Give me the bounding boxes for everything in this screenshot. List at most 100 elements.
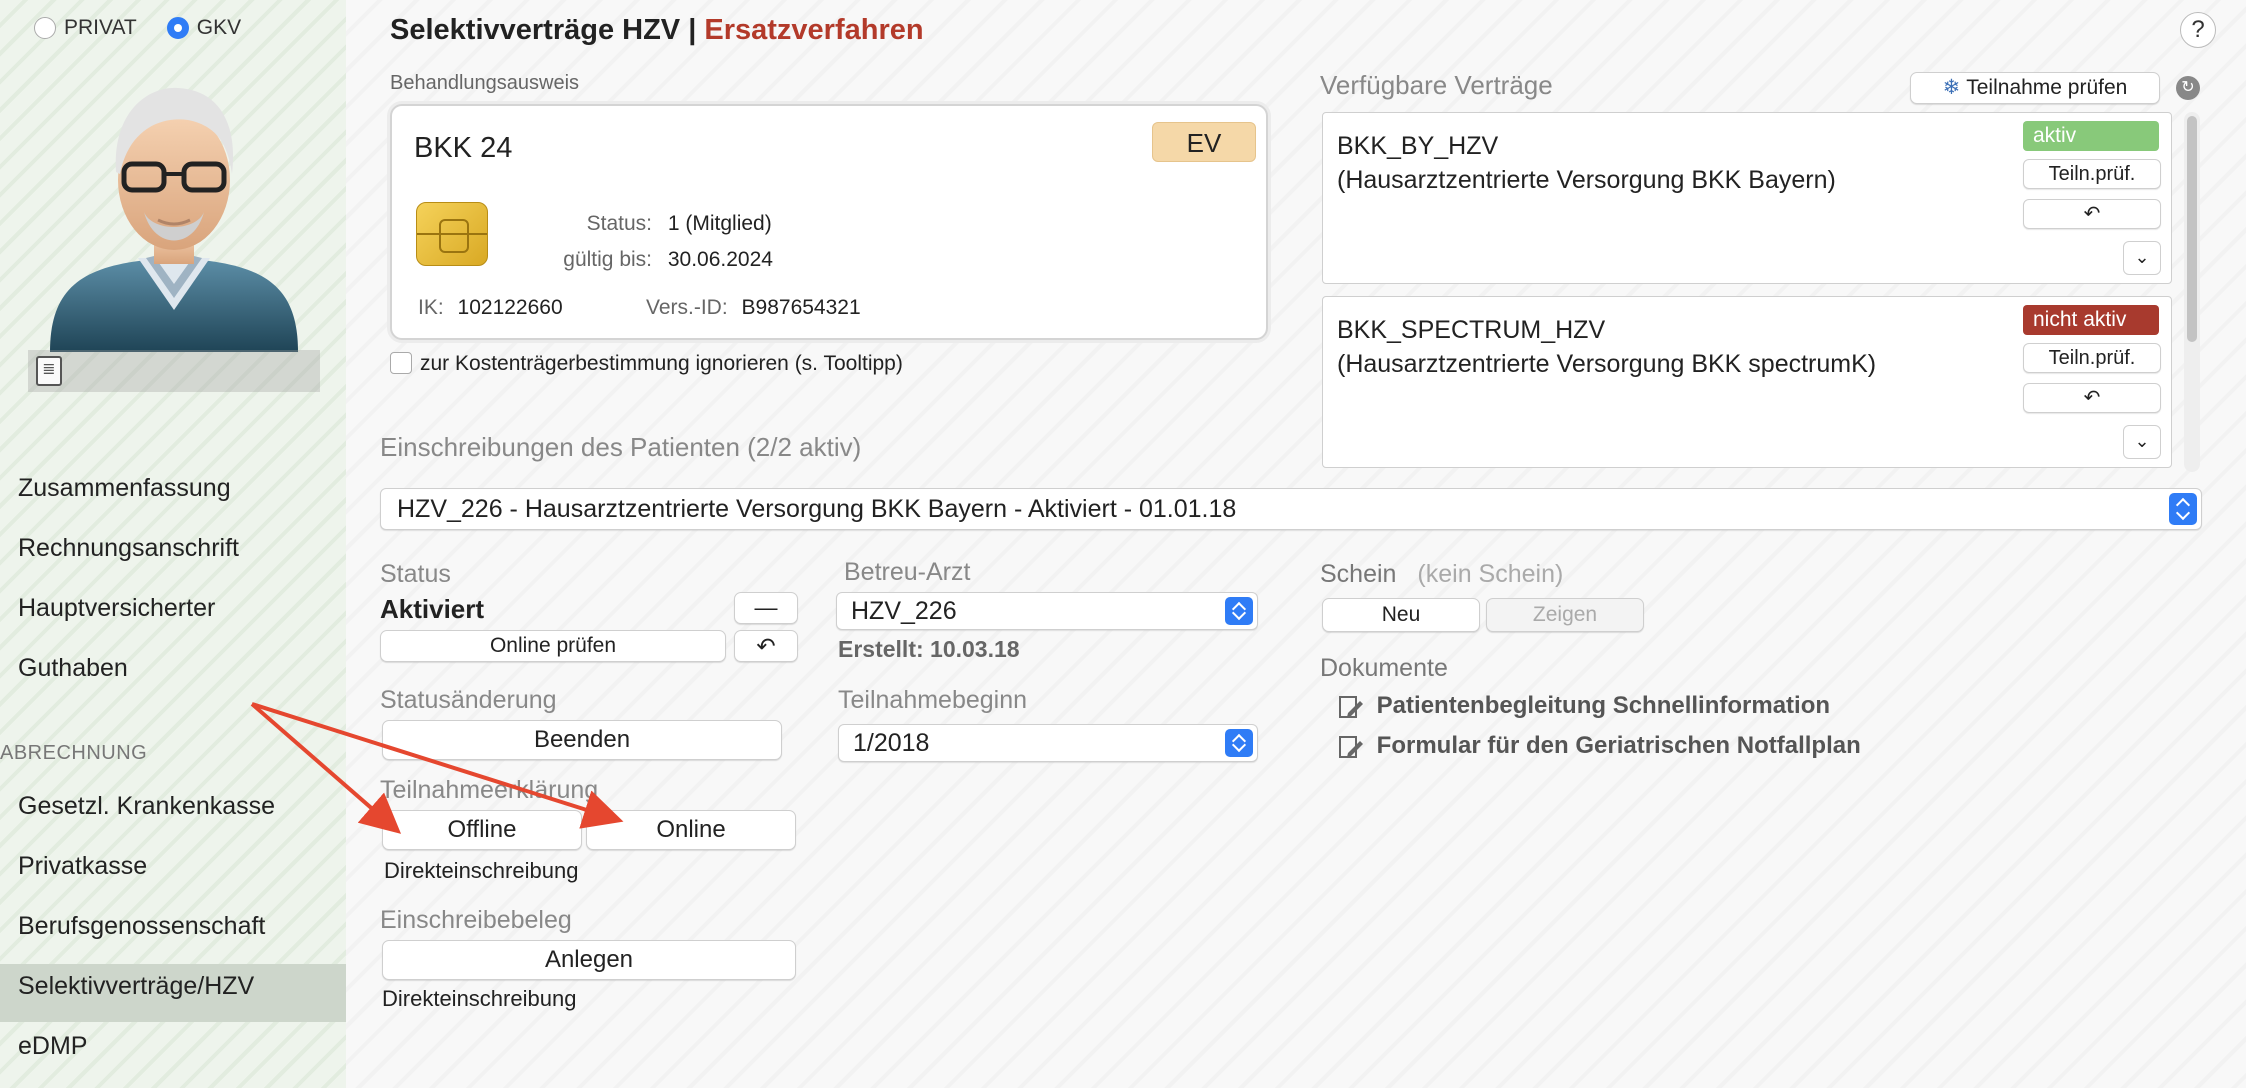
insurance-type-group: PRIVAT GKV (34, 16, 271, 40)
online-button[interactable]: Online (586, 810, 796, 850)
sidebar-item-zusammenfassung[interactable]: Zusammenfassung (18, 474, 231, 503)
contract-card-bkk-spectrum: BKK_SPECTRUM_HZV (Hausarztzentrierte Ver… (1322, 296, 2172, 468)
sidebar-item-berufsgenossenschaft[interactable]: Berufsgenossenschaft (18, 912, 265, 941)
enrollment-select[interactable]: HZV_226 - Hausarztzentrierte Versorgung … (380, 488, 2202, 530)
document-item-1-label: Patientenbegleitung Schnellinformation (1376, 692, 1831, 719)
statusaenderung-label: Statusänderung (380, 686, 557, 714)
contracts-scrollbar[interactable] (2184, 112, 2200, 472)
anlegen-button[interactable]: Anlegen (382, 940, 796, 980)
schein-hint: (kein Schein) (1417, 560, 1564, 588)
contract-description: (Hausarztzentrierte Versorgung BKK Bayer… (1337, 166, 1836, 194)
teilnahmebeginn-select[interactable]: 1/2018 (838, 724, 1258, 762)
enrollment-select-value: HZV_226 - Hausarztzentrierte Versorgung … (397, 495, 1237, 523)
einschreibebeleg-label: Einschreibebeleg (380, 906, 572, 934)
chevron-down-icon: ⌄ (2134, 247, 2150, 267)
sidebar-item-guthaben[interactable]: Guthaben (18, 654, 128, 683)
edit-document-icon (1339, 735, 1363, 758)
dokumente-label: Dokumente (1320, 654, 1448, 682)
betreu-arzt-label: Betreu-Arzt (844, 558, 971, 586)
undo-icon: ↶ (2083, 387, 2101, 409)
contract-code: BKK_BY_HZV (1337, 132, 1499, 160)
radio-privat[interactable] (34, 17, 56, 39)
contract-name-bkk-spectrum: BKK_SPECTRUM_HZV (Hausarztzentrierte Ver… (1337, 313, 1876, 381)
contract-card-bkk-by: BKK_BY_HZV (Hausarztzentrierte Versorgun… (1322, 112, 2172, 284)
status-minus-button[interactable]: — (734, 592, 798, 624)
document-icon[interactable]: ≣ (36, 356, 62, 386)
offline-button[interactable]: Offline (382, 810, 582, 850)
document-item-1[interactable]: Patientenbegleitung Schnellinformation (1338, 692, 1830, 720)
snowflake-icon: ❄ (1942, 76, 1961, 99)
ev-badge: EV (1152, 122, 1256, 162)
card-kasse: BKK 24 (414, 132, 513, 164)
teilnahmebeginn-label: Teilnahmebeginn (838, 686, 1028, 714)
status-badge-aktiv: aktiv (2023, 121, 2159, 151)
online-pruefen-button[interactable]: Online prüfen (380, 630, 726, 662)
radio-gkv-label[interactable]: GKV (197, 16, 241, 40)
card-valid-value: 30.06.2024 (667, 248, 773, 271)
betreu-arzt-created: Erstellt: 10.03.18 (838, 636, 1020, 662)
sidebar-item-rechnungsanschrift[interactable]: Rechnungsanschrift (18, 534, 239, 563)
undo-icon: ↶ (2083, 203, 2101, 225)
page-title-main: Selektivverträge HZV | (390, 14, 697, 46)
card-valid-key: gültig bis: (563, 248, 652, 271)
schein-zeigen-button[interactable]: Zeigen (1486, 598, 1644, 632)
scrollbar-thumb[interactable] (2187, 116, 2197, 342)
sidebar-item-selektivvertraege[interactable]: Selektivverträge/HZV (18, 972, 254, 1001)
teilnahme-pruefen-label: Teilnahme prüfen (1966, 76, 2128, 99)
status-undo-button[interactable]: ↶ (734, 630, 798, 662)
sidebar-section-abrechnung: ABRECHNUNG (0, 742, 148, 764)
select-arrows-icon (1225, 729, 1253, 757)
avatar-footer (28, 350, 320, 392)
chevron-down-icon: ⌄ (2134, 431, 2150, 451)
undo-button-1[interactable]: ↶ (2023, 199, 2161, 229)
card-status-value: 1 (Mitglied) (667, 212, 772, 235)
betreu-arzt-value: HZV_226 (851, 597, 957, 625)
card-status-row: Status: 1 (Mitglied) (502, 212, 772, 236)
teilnahme-pruefen-button[interactable]: ❄ Teilnahme prüfen (1910, 72, 2160, 104)
card-ik-key: IK: (418, 296, 444, 319)
select-arrows-icon (1225, 597, 1253, 625)
ignore-checkbox[interactable] (390, 352, 412, 374)
teiln-pruef-button-1[interactable]: Teiln.prüf. (2023, 159, 2161, 189)
teilnahmeerklaerung-label: Teilnahmeerklärung (380, 776, 599, 804)
schein-title: Schein (1320, 560, 1397, 588)
radio-gkv[interactable] (166, 17, 189, 39)
card-ik-row: IK: 102122660 (418, 296, 563, 320)
ignore-checkbox-label[interactable]: zur Kostenträgerbestimmung ignorieren (s… (420, 352, 903, 376)
beenden-button[interactable]: Beenden (382, 720, 782, 760)
status-value: Aktiviert (380, 594, 485, 624)
sidebar-item-gesetzl-krankenkasse[interactable]: Gesetzl. Krankenkasse (18, 792, 275, 821)
participation-note: Direkteinschreibung (384, 858, 579, 883)
status-label: Status (380, 560, 451, 588)
teiln-pruef-button-2[interactable]: Teiln.prüf. (2023, 343, 2161, 373)
contract-code: BKK_SPECTRUM_HZV (1337, 316, 1606, 344)
sidebar-item-edmp[interactable]: eDMP (18, 1032, 87, 1061)
edit-document-icon (1339, 695, 1363, 718)
sidebar-item-hauptversicherter[interactable]: Hauptversicherter (18, 594, 215, 623)
refresh-icon[interactable]: ↻ (2176, 76, 2200, 100)
expand-button-1[interactable]: ⌄ (2123, 241, 2161, 275)
schein-neu-button[interactable]: Neu (1322, 598, 1480, 632)
enrollments-section-label: Einschreibungen des Patienten (2/2 aktiv… (380, 432, 862, 462)
card-status-key: Status: (586, 212, 652, 235)
card-section-label: Behandlungsausweis (390, 72, 580, 94)
help-button[interactable]: ? (2180, 12, 2216, 48)
document-item-2[interactable]: Formular für den Geriatrischen Notfallpl… (1338, 732, 1861, 760)
undo-button-2[interactable]: ↶ (2023, 383, 2161, 413)
sidebar-item-privatkasse[interactable]: Privatkasse (18, 852, 147, 881)
select-arrows-icon (2169, 493, 2197, 525)
status-badge-nicht-aktiv: nicht aktiv (2023, 305, 2159, 335)
card-vers-key: Vers.-ID: (646, 296, 728, 319)
card-chip-icon (416, 202, 488, 266)
betreu-arzt-select[interactable]: HZV_226 (836, 592, 1258, 630)
expand-button-2[interactable]: ⌄ (2123, 425, 2161, 459)
receipt-note: Direkteinschreibung (382, 986, 577, 1011)
schein-label: Schein (kein Schein) (1320, 560, 1563, 589)
patient-avatar (50, 87, 298, 352)
undo-icon: ↶ (756, 633, 776, 659)
radio-privat-label[interactable]: PRIVAT (64, 16, 137, 40)
card-vers-row: Vers.-ID: B987654321 (646, 296, 861, 320)
sidebar: PRIVAT GKV ≣ Zusammenfassung Rechnungsan… (0, 0, 346, 1088)
card-valid-row: gültig bis: 30.06.2024 (502, 248, 773, 272)
card-vers-value: B987654321 (741, 296, 861, 319)
